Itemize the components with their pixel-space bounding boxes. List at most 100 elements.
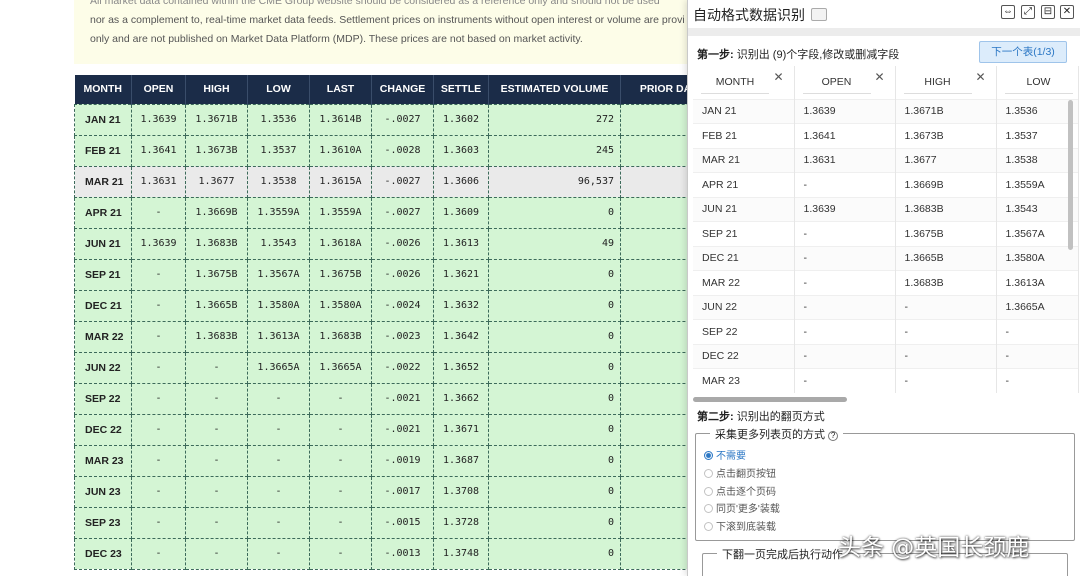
radio-button[interactable] [704, 451, 713, 460]
preview-cell: - [794, 368, 896, 393]
preview-cell: 1.3641 [794, 123, 896, 148]
table-cell: 0 [488, 320, 621, 353]
preview-vertical-scrollbar[interactable] [1068, 100, 1073, 250]
table-cell: - [247, 413, 310, 446]
field-header-high[interactable]: HIGH ✕ [895, 66, 997, 99]
table-cell: -.0015 [371, 506, 434, 539]
table-cell: - [247, 537, 310, 570]
remove-field-icon[interactable]: ✕ [975, 70, 985, 84]
table-cell: - [131, 289, 186, 322]
panel-divider [688, 28, 1080, 36]
remove-field-icon[interactable]: ✕ [874, 70, 884, 84]
column-header-2[interactable]: HIGH [185, 75, 248, 104]
column-header-4[interactable]: LAST [309, 75, 372, 104]
field-name-label[interactable]: MONTH [701, 70, 769, 95]
column-header-5[interactable]: CHANGE [371, 75, 434, 104]
table-row: SEP 21-1.3675B 1.3567A 1.3675B -.0026 1.3621… [74, 258, 711, 291]
table-cell: 1.3639 [131, 227, 186, 260]
radio-button[interactable] [704, 468, 713, 478]
table-cell: 1.3665B [185, 289, 248, 322]
remove-field-icon[interactable]: ✕ [773, 70, 783, 84]
column-header-7[interactable]: ESTIMATED VOLUME [488, 75, 621, 104]
settlements-table-header: MONTH OPEN HIGH LOW LAST CHANGE SETTLE ESTIMATE… [74, 75, 711, 104]
preview-cell: SEP 22 [693, 319, 795, 344]
column-header-6[interactable]: SETTLE [433, 75, 489, 104]
table-cell: - [131, 258, 186, 291]
preview-cell: 1.3613A [996, 270, 1079, 295]
help-icon[interactable]: ? [828, 431, 839, 441]
preview-row: JUN 21 1.3639 1.3683B 1.3543 [693, 196, 1079, 222]
table-cell: SEP 23 [74, 506, 132, 539]
table-cell: - [131, 382, 186, 415]
table-cell: 1.3567A [247, 258, 310, 291]
table-cell: 1.3748 [433, 537, 489, 570]
table-row: MAR 22-1.3683B 1.3613A 1.3683B -.0023 1.3642… [74, 320, 711, 353]
preview-cell: 1.3673B [895, 123, 997, 148]
preview-cell: 1.3536 [996, 98, 1079, 124]
table-cell: 1.3610A [309, 134, 372, 167]
paging-option[interactable]: 下滚到底装载 [704, 518, 776, 533]
radio-button[interactable] [704, 504, 713, 514]
table-cell: 1.3613 [433, 227, 489, 260]
paging-option[interactable]: 点击逐个页码 [704, 483, 776, 498]
column-header-3[interactable]: LOW [247, 75, 310, 104]
shrink-icon[interactable]: ⇔ [1001, 5, 1015, 19]
table-cell: 1.3665A [247, 351, 310, 384]
watermark: 头条 @英国长颈鹿 [838, 535, 1030, 561]
paging-option-label: 点击翻页按钮 [716, 468, 776, 480]
table-row: DEC 23- - - - -.0013 1.3748 0 [74, 537, 711, 570]
radio-button[interactable] [704, 486, 713, 496]
column-header-0[interactable]: MONTH [74, 75, 132, 104]
preview-cell: 1.3683B [895, 270, 997, 295]
field-name-label[interactable]: OPEN [802, 70, 871, 95]
table-cell: 1.3614B [309, 103, 372, 136]
expand-icon[interactable]: ⤢ [1021, 5, 1035, 19]
field-header-month[interactable]: MONTH ✕ [693, 66, 795, 99]
radio-button[interactable] [704, 522, 713, 532]
field-name-label[interactable]: LOW [1004, 70, 1073, 95]
table-cell: 272 [488, 103, 621, 136]
paging-option[interactable]: 同页'更多'装载 [704, 500, 780, 515]
paging-method-group: 采集更多列表页的方式 ? 不需要 点击翻页按钮 点击逐个页码 同页'更多'装载 下滚到底… [695, 426, 1075, 541]
preview-cell: 1.3580A [996, 245, 1079, 271]
step-one-text: 识别出 (9)个字段,修改或删减字段 [736, 49, 900, 61]
preview-cell: 1.3677 [895, 147, 997, 173]
table-cell: -.0021 [371, 382, 434, 415]
table-row: JUN 21 1.3639 1.3683B 1.3543 1.3618A -.0026 1.… [74, 227, 711, 260]
preview-cell: JUN 21 [693, 196, 795, 222]
preview-row: MAR 22-1.3683B 1.3613A [693, 270, 1079, 295]
column-header-1[interactable]: OPEN [131, 75, 186, 104]
table-cell: 0 [488, 444, 621, 477]
step-two-label: 第二步: [697, 411, 734, 423]
table-cell: 1.3543 [247, 227, 310, 260]
table-cell: 0 [488, 382, 621, 415]
close-icon[interactable]: ✕ [1060, 5, 1074, 19]
paging-option-label: 下滚到底装载 [716, 522, 776, 534]
save-icon[interactable]: ⊟ [1041, 5, 1055, 19]
field-header-open[interactable]: OPEN ✕ [794, 66, 896, 99]
table-cell: -.0024 [371, 289, 434, 322]
preview-cell: - [794, 172, 896, 197]
table-cell: 1.3662 [433, 382, 489, 415]
preview-cell: 1.3669B [895, 172, 997, 197]
paging-option[interactable]: 不需要 [704, 447, 746, 462]
next-table-button[interactable]: 下一个表(1/3) [979, 41, 1067, 63]
table-cell: 1.3642 [433, 320, 489, 353]
table-cell: - [309, 506, 372, 539]
table-cell: MAR 21 [74, 165, 132, 198]
paging-option[interactable]: 点击翻页按钮 [704, 465, 776, 480]
field-header-low[interactable]: LOW [996, 66, 1079, 99]
after-page-action-legend: 下翻一页完成后执行动作 [717, 546, 848, 562]
preview-row: JAN 21 1.3639 1.3671B 1.3536 [693, 98, 1079, 124]
table-cell: 0 [488, 537, 621, 570]
table-cell: 1.3665A [309, 351, 372, 384]
table-cell: - [131, 475, 186, 508]
field-name-label[interactable]: HIGH [903, 70, 972, 95]
preview-row: SEP 21-1.3675B 1.3567A [693, 221, 1079, 246]
table-cell: - [185, 475, 248, 508]
table-cell: - [247, 506, 310, 539]
table-cell: -.0023 [371, 320, 434, 353]
notice-line-2: only and are not published on Market Dat… [90, 33, 583, 45]
step-one: 第一步: 识别出 (9)个字段,修改或删减字段 [697, 46, 899, 62]
preview-horizontal-scrollbar[interactable] [693, 397, 847, 402]
